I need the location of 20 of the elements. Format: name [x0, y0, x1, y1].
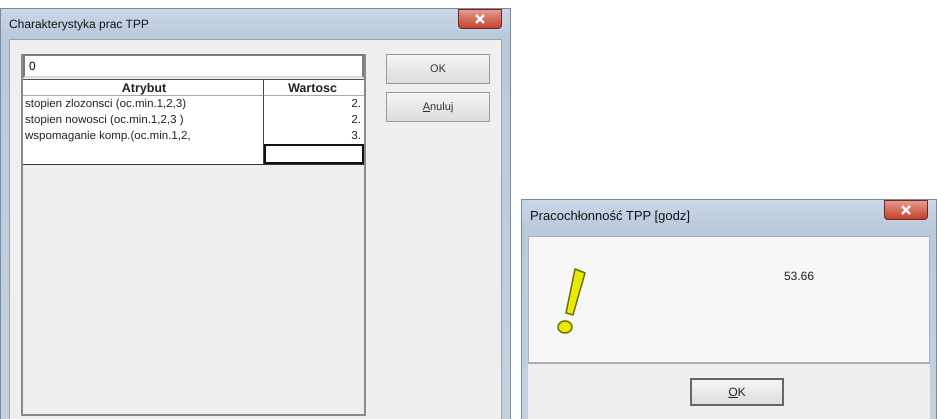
column-header: Wartosc [264, 80, 364, 96]
cancel-button[interactable]: Anuluj [386, 92, 490, 122]
window-title: Pracochłonność TPP [godz] [530, 208, 690, 222]
close-button[interactable] [458, 9, 502, 29]
close-icon [900, 205, 912, 215]
table-cell[interactable] [264, 144, 364, 164]
ok-button[interactable]: OK [386, 54, 490, 84]
table-cell-text: 2. [350, 113, 362, 128]
table-cell: stopien zlozonsci (oc.min.1,2,3) [23, 96, 264, 112]
message-text: 53.66 [784, 269, 814, 285]
close-icon [474, 14, 486, 24]
table-cell-text: 2. [350, 97, 362, 112]
table-cell: wspomaganie komp.(oc.min.1,2, [23, 128, 264, 144]
table-cell: stopien nowosci (oc.min.1,2,3 ) [23, 112, 264, 128]
ok-button[interactable]: OK [690, 378, 784, 406]
close-button[interactable] [884, 200, 928, 220]
input-field[interactable]: 0 [23, 54, 364, 78]
column-header: Atrybut [23, 80, 264, 96]
window-title: Charakterystyka prac TPP [9, 17, 149, 31]
table-cell-text: 3. [350, 129, 362, 144]
